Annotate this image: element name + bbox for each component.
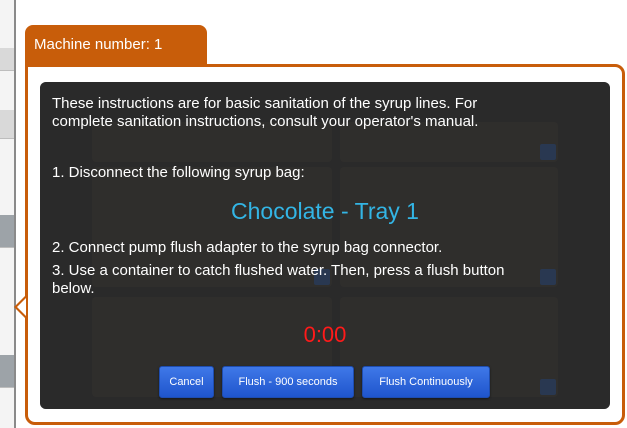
syrup-bag-name: Chocolate - Tray 1 (231, 198, 419, 224)
step-2-text: 2. Connect pump flush adapter to the syr… (52, 239, 443, 256)
flush-900-seconds-button[interactable]: Flush - 900 seconds (222, 366, 354, 398)
background-row (0, 355, 14, 388)
cancel-button[interactable]: Cancel (159, 366, 214, 398)
background-row (0, 48, 14, 71)
step-3-text-line-2: below. (52, 280, 95, 297)
flush-continuously-button[interactable]: Flush Continuously (362, 366, 490, 398)
background-page-edge (0, 0, 14, 428)
flush-timer: 0:00 (303, 322, 347, 347)
background-row (0, 110, 14, 139)
page-divider (14, 0, 16, 428)
step-1-text: 1. Disconnect the following syrup bag: (52, 164, 305, 181)
dialog-title-tab: Machine number: 1 (25, 25, 207, 65)
sanitation-panel: These instructions are for basic sanitat… (40, 82, 610, 409)
intro-text-line-1: These instructions are for basic sanitat… (52, 95, 478, 112)
dialog-title: Machine number: 1 (34, 36, 163, 53)
step-3-text-line-1: 3. Use a container to catch flushed wate… (52, 262, 505, 279)
background-row (0, 215, 14, 248)
intro-text-line-2: complete sanitation instructions, consul… (52, 113, 479, 130)
dialog-pointer-inner (17, 298, 26, 316)
